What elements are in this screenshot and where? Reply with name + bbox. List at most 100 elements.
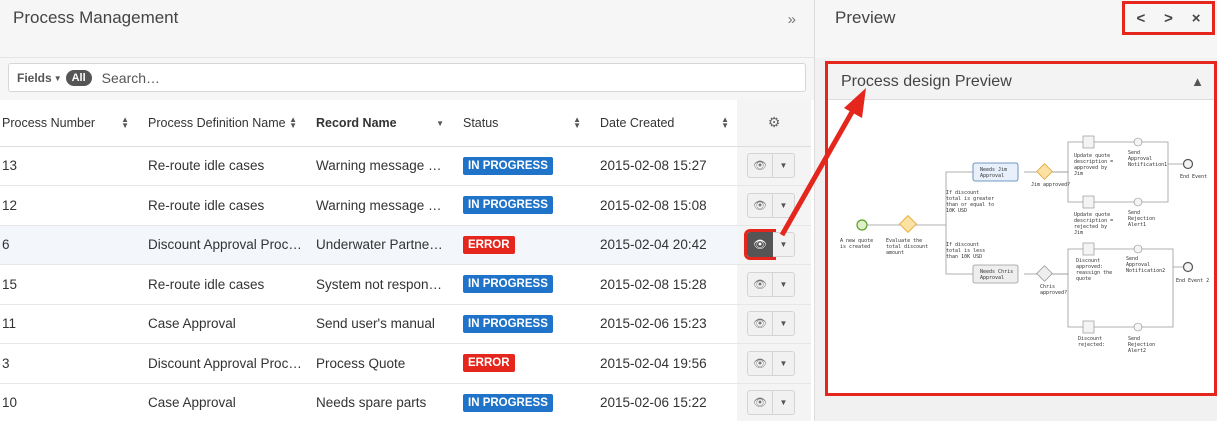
column-settings[interactable]: ⚙ <box>737 100 811 146</box>
preview-eye-button[interactable]: 👁 <box>747 192 773 218</box>
gear-icon[interactable]: ⚙ <box>768 114 781 130</box>
send-notification2-event <box>1133 244 1143 254</box>
preview-eye-button[interactable]: 👁 <box>747 350 773 376</box>
record-name-cell[interactable]: Send user's manual <box>305 304 452 344</box>
date-created-cell: 2015-02-04 20:42 <box>600 237 707 253</box>
status-badge: IN PROGRESS <box>463 393 553 412</box>
fields-dropdown[interactable]: Fields ▼ <box>17 71 62 85</box>
process-diagram: A new quoteis createdEvaluate thetotal d… <box>840 135 1209 354</box>
row-actions-cell: 👁 ▼ <box>737 264 811 304</box>
caret-down-icon: ▼ <box>779 319 788 329</box>
row-actions: 👁 ▼ <box>747 311 811 337</box>
row-actions-dropdown[interactable]: ▼ <box>773 192 795 218</box>
column-header-definition-name[interactable]: Process Definition Name ▲ ▼ <box>137 100 305 146</box>
design-preview-title: Process design Preview <box>841 72 1012 90</box>
preview-eye-button[interactable]: 👁 <box>744 229 776 261</box>
table-header-row: Process Number ▲ ▼ Process Definition Name… <box>0 100 811 146</box>
diagram-label-needs-jim: Approval <box>980 173 1004 179</box>
status-cell: IN PROGRESS <box>452 304 589 344</box>
table-row[interactable]: 10 Case Approval Needs spare parts IN PROGR… <box>0 383 811 421</box>
column-header-status[interactable]: Status ▲ ▼ <box>452 100 589 146</box>
row-actions-cell: 👁 ▼ <box>737 146 811 186</box>
caret-down-icon: ▼ <box>779 200 788 210</box>
diagram-label-update-approved: Jim <box>1074 171 1083 177</box>
row-actions-dropdown[interactable]: ▼ <box>773 232 795 258</box>
end-event <box>1182 158 1194 170</box>
column-label: Process Number <box>2 115 96 130</box>
all-filter-badge[interactable]: All <box>65 69 92 86</box>
caret-down-icon: ▼ <box>779 398 788 408</box>
record-name-cell[interactable]: System not respon… <box>305 265 452 305</box>
next-icon[interactable]: > <box>1164 10 1173 27</box>
update-approved-task <box>1082 135 1095 149</box>
status-badge: IN PROGRESS <box>463 275 553 294</box>
row-actions-dropdown[interactable]: ▼ <box>773 153 795 179</box>
caret-down-icon: ▼ <box>779 358 788 368</box>
row-actions-dropdown[interactable]: ▼ <box>773 271 795 297</box>
sort-desc-icon: ▼ <box>436 119 444 128</box>
diagram-label-send-notif2: Notification2 <box>1126 268 1165 274</box>
diagram-label-send-reject1: Alert1 <box>1128 222 1146 228</box>
eye-icon: 👁 <box>753 239 767 252</box>
record-name-cell[interactable]: Underwater Partne… <box>305 225 452 265</box>
column-header-date-created[interactable]: Date Created ▲ ▼ <box>589 100 737 146</box>
table-row[interactable]: 12 Re-route idle cases Warning message … IN… <box>0 185 811 226</box>
record-name-cell[interactable]: Warning message … <box>305 186 452 226</box>
previous-icon[interactable]: < <box>1136 10 1145 27</box>
table-row[interactable]: 15 Re-route idle cases System not respon… I… <box>0 264 811 305</box>
status-cell: ERROR <box>452 225 589 265</box>
evaluate-gateway <box>898 214 918 234</box>
eye-icon: 👁 <box>753 278 767 291</box>
process-number-cell: 10 <box>2 395 18 411</box>
fields-label: Fields <box>17 70 52 85</box>
diagram-labels: A new quoteis createdEvaluate thetotal d… <box>840 150 1209 354</box>
table-row[interactable]: 3 Discount Approval Proc… Process Quote ERR… <box>0 343 811 384</box>
preview-eye-button[interactable]: 👁 <box>747 153 773 179</box>
send-rejection1-event <box>1133 197 1143 207</box>
preview-eye-button[interactable]: 👁 <box>747 390 773 416</box>
row-actions-dropdown[interactable]: ▼ <box>773 311 795 337</box>
column-label: Date Created <box>600 115 675 130</box>
collapse-chevron-up-icon[interactable]: ▲ <box>1191 74 1204 89</box>
caret-down-icon: ▼ <box>779 161 788 171</box>
table-body: 13 Re-route idle cases Warning message … IN… <box>0 146 811 421</box>
record-name-cell[interactable]: Needs spare parts <box>305 383 452 421</box>
send-notification1-event <box>1133 137 1143 147</box>
close-icon[interactable]: × <box>1192 10 1201 27</box>
process-number-cell: 3 <box>2 355 10 371</box>
status-badge: ERROR <box>463 354 515 373</box>
table-row[interactable]: 6 Discount Approval Proc… Underwater Partn… <box>0 225 811 265</box>
date-created-cell: 2015-02-06 15:23 <box>600 316 707 332</box>
discount-reassign-task <box>1082 242 1095 256</box>
search-box: Fields ▼ All <box>8 63 806 92</box>
filter-bar: Fields ▼ All <box>0 58 814 100</box>
date-created-cell: 2015-02-08 15:28 <box>600 276 707 292</box>
table-row[interactable]: 13 Re-route idle cases Warning message … IN… <box>0 146 811 186</box>
column-header-record-name[interactable]: Record Name ▼ <box>305 100 452 146</box>
row-actions: 👁 ▼ <box>747 192 811 218</box>
search-input[interactable] <box>101 69 702 86</box>
row-actions-cell: 👁 ▼ <box>737 225 811 265</box>
preview-eye-button[interactable]: 👁 <box>747 311 773 337</box>
record-name-cell[interactable]: Process Quote <box>305 344 452 384</box>
table-row[interactable]: 11 Case Approval Send user's manual IN PROG… <box>0 304 811 344</box>
caret-down-icon: ▼ <box>53 73 62 83</box>
sort-icon: ▲ ▼ <box>573 115 581 130</box>
column-header-process-number[interactable]: Process Number ▲ ▼ <box>0 100 137 146</box>
design-preview-header: Process design Preview ▲ <box>828 64 1214 100</box>
preview-nav-controls: < > × <box>1122 1 1215 35</box>
status-cell: IN PROGRESS <box>452 186 589 226</box>
eye-icon: 👁 <box>753 397 767 410</box>
row-actions: 👁 ▼ <box>744 229 811 261</box>
row-actions-cell: 👁 ▼ <box>737 185 811 225</box>
update-rejected-task <box>1082 195 1095 209</box>
app: Process Management » Fields▼ All Process… <box>0 0 1217 421</box>
process-table: Process Number ▲ ▼ Process Definition Name… <box>0 100 811 421</box>
row-actions-dropdown[interactable]: ▼ <box>773 390 795 416</box>
row-actions-dropdown[interactable]: ▼ <box>773 350 795 376</box>
process-number-cell: 15 <box>2 276 18 292</box>
record-name-cell[interactable]: Warning message … <box>305 146 452 186</box>
preview-eye-button[interactable]: 👁 <box>747 271 773 297</box>
collapse-panel-icon[interactable]: » <box>788 11 796 28</box>
eye-icon: 👁 <box>753 160 767 173</box>
